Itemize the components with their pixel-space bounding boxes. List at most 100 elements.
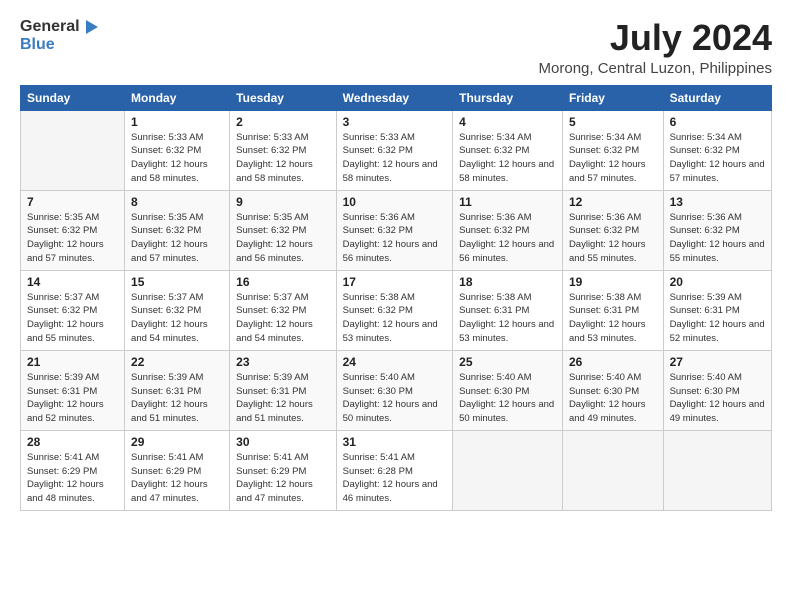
table-row: 16Sunrise: 5:37 AMSunset: 6:32 PMDayligh… — [230, 270, 336, 350]
day-number: 22 — [131, 355, 223, 369]
day-number: 7 — [27, 195, 118, 209]
day-number: 19 — [569, 275, 657, 289]
day-number: 4 — [459, 115, 556, 129]
table-row: 15 Sunrise: 5:37 AMSunset: 6:32 PMDayligh… — [125, 270, 230, 350]
col-wednesday: Wednesday — [336, 85, 453, 110]
table-row: 18 Sunrise: 5:38 AMSunset: 6:31 PMDayligh… — [453, 270, 563, 350]
day-info: Sunrise: 5:40 AMSunset: 6:30 PMDaylight:… — [459, 371, 556, 426]
day-info: Sunrise: 5:35 AMSunset: 6:32 PMDaylight:… — [131, 211, 223, 266]
day-number: 20 — [670, 275, 765, 289]
day-number: 2 — [236, 115, 329, 129]
day-info: Sunrise: 5:36 AMSunset: 6:32 PMDaylight:… — [343, 211, 447, 266]
table-row: 26 Sunrise: 5:40 AMSunset: 6:30 PMDayligh… — [562, 350, 663, 430]
col-thursday: Thursday — [453, 85, 563, 110]
calendar-week-row: 7 Sunrise: 5:35 AMSunset: 6:32 PMDaylight… — [21, 190, 772, 270]
table-row: 19 Sunrise: 5:38 AMSunset: 6:31 PMDayligh… — [562, 270, 663, 350]
day-number: 29 — [131, 435, 223, 449]
table-row — [21, 110, 125, 190]
day-number: 16 — [236, 275, 329, 289]
day-number: 3 — [343, 115, 447, 129]
table-row: 9Sunrise: 5:35 AMSunset: 6:32 PMDaylight… — [230, 190, 336, 270]
day-number: 25 — [459, 355, 556, 369]
table-row: 6 Sunrise: 5:34 AMSunset: 6:32 PMDaylight… — [663, 110, 771, 190]
location: Morong, Central Luzon, Philippines — [539, 60, 772, 77]
day-info: Sunrise: 5:40 AMSunset: 6:30 PMDaylight:… — [670, 371, 765, 426]
day-number: 6 — [670, 115, 765, 129]
calendar-week-row: 14 Sunrise: 5:37 AMSunset: 6:32 PMDayligh… — [21, 270, 772, 350]
table-row: 20 Sunrise: 5:39 AMSunset: 6:31 PMDayligh… — [663, 270, 771, 350]
day-info: Sunrise: 5:41 AMSunset: 6:28 PMDaylight:… — [343, 451, 447, 506]
table-row — [453, 430, 563, 510]
table-row: 25 Sunrise: 5:40 AMSunset: 6:30 PMDayligh… — [453, 350, 563, 430]
day-info: Sunrise: 5:39 AMSunset: 6:31 PMDaylight:… — [670, 291, 765, 346]
calendar-week-row: 21 Sunrise: 5:39 AMSunset: 6:31 PMDayligh… — [21, 350, 772, 430]
col-monday: Monday — [125, 85, 230, 110]
logo: GeneralBlue — [20, 18, 100, 54]
day-info: Sunrise: 5:36 AMSunset: 6:32 PMDaylight:… — [459, 211, 556, 266]
calendar-table: Sunday Monday Tuesday Wednesday Thursday… — [20, 85, 772, 511]
table-row: 7 Sunrise: 5:35 AMSunset: 6:32 PMDaylight… — [21, 190, 125, 270]
table-row: 21 Sunrise: 5:39 AMSunset: 6:31 PMDayligh… — [21, 350, 125, 430]
day-info: Sunrise: 5:34 AMSunset: 6:32 PMDaylight:… — [569, 131, 657, 186]
day-info: Sunrise: 5:38 AMSunset: 6:32 PMDaylight:… — [343, 291, 447, 346]
table-row — [663, 430, 771, 510]
table-row: 3 Sunrise: 5:33 AMSunset: 6:32 PMDaylight… — [336, 110, 453, 190]
day-number: 13 — [670, 195, 765, 209]
day-number: 28 — [27, 435, 118, 449]
col-saturday: Saturday — [663, 85, 771, 110]
table-row: 24Sunrise: 5:40 AMSunset: 6:30 PMDayligh… — [336, 350, 453, 430]
day-info: Sunrise: 5:33 AMSunset: 6:32 PMDaylight:… — [343, 131, 447, 186]
day-info: Sunrise: 5:33 AMSunset: 6:32 PMDaylight:… — [236, 131, 329, 186]
table-row: 2 Sunrise: 5:33 AMSunset: 6:32 PMDaylight… — [230, 110, 336, 190]
table-row: 17 Sunrise: 5:38 AMSunset: 6:32 PMDayligh… — [336, 270, 453, 350]
day-number: 27 — [670, 355, 765, 369]
table-row — [562, 430, 663, 510]
table-row: 4 Sunrise: 5:34 AMSunset: 6:32 PMDaylight… — [453, 110, 563, 190]
day-number: 5 — [569, 115, 657, 129]
table-row: 12 Sunrise: 5:36 AMSunset: 6:32 PMDayligh… — [562, 190, 663, 270]
table-row: 10 Sunrise: 5:36 AMSunset: 6:32 PMDayligh… — [336, 190, 453, 270]
day-number: 12 — [569, 195, 657, 209]
day-info: Sunrise: 5:39 AMSunset: 6:31 PMDaylight:… — [27, 371, 118, 426]
day-number: 1 — [131, 115, 223, 129]
title-section: July 2024 Morong, Central Luzon, Philipp… — [539, 18, 772, 77]
day-info: Sunrise: 5:35 AMSunset: 6:32 PMDaylight:… — [27, 211, 118, 266]
table-row: 28 Sunrise: 5:41 AMSunset: 6:29 PMDayligh… — [21, 430, 125, 510]
day-info: Sunrise: 5:36 AMSunset: 6:32 PMDaylight:… — [569, 211, 657, 266]
day-info: Sunrise: 5:37 AMSunset: 6:32 PMDaylight:… — [131, 291, 223, 346]
day-number: 17 — [343, 275, 447, 289]
table-row: 1Sunrise: 5:33 AMSunset: 6:32 PMDaylight… — [125, 110, 230, 190]
day-number: 30 — [236, 435, 329, 449]
day-number: 18 — [459, 275, 556, 289]
day-number: 14 — [27, 275, 118, 289]
calendar-week-row: 1 Sunrise: 5:33 AMSunset: 6:32 PMDaylight… — [21, 110, 772, 190]
table-row: 27 Sunrise: 5:40 AMSunset: 6:30 PMDayligh… — [663, 350, 771, 430]
day-number: 15 — [131, 275, 223, 289]
table-row: 31 Sunrise: 5:41 AMSunset: 6:28 PMDayligh… — [336, 430, 453, 510]
day-info: Sunrise: 5:39 AMSunset: 6:31 PMDaylight:… — [236, 371, 329, 426]
table-row: 30 Sunrise: 5:41 AMSunset: 6:29 PMDayligh… — [230, 430, 336, 510]
day-number: 11 — [459, 195, 556, 209]
day-number: 21 — [27, 355, 118, 369]
table-row: 23Sunrise: 5:39 AMSunset: 6:31 PMDayligh… — [230, 350, 336, 430]
month-year: July 2024 — [539, 18, 772, 58]
day-number: 9 — [236, 195, 329, 209]
day-info: Sunrise: 5:41 AMSunset: 6:29 PMDaylight:… — [236, 451, 329, 506]
day-info: Sunrise: 5:41 AMSunset: 6:29 PMDaylight:… — [27, 451, 118, 506]
col-sunday: Sunday — [21, 85, 125, 110]
day-info: Sunrise: 5:34 AMSunset: 6:32 PMDaylight:… — [670, 131, 765, 186]
day-info: Sunrise: 5:38 AMSunset: 6:31 PMDaylight:… — [569, 291, 657, 346]
header: GeneralBlue July 2024 Morong, Central Lu… — [20, 18, 772, 77]
day-number: 10 — [343, 195, 447, 209]
day-info: Sunrise: 5:36 AMSunset: 6:32 PMDaylight:… — [670, 211, 765, 266]
day-number: 26 — [569, 355, 657, 369]
day-number: 8 — [131, 195, 223, 209]
table-row: 14Sunrise: 5:37 AMSunset: 6:32 PMDayligh… — [21, 270, 125, 350]
day-info: Sunrise: 5:38 AMSunset: 6:31 PMDaylight:… — [459, 291, 556, 346]
day-number: 31 — [343, 435, 447, 449]
table-row: 8 Sunrise: 5:35 AMSunset: 6:32 PMDaylight… — [125, 190, 230, 270]
day-info: Sunrise: 5:39 AMSunset: 6:31 PMDaylight:… — [131, 371, 223, 426]
day-info: Sunrise: 5:40 AMSunset: 6:30 PMDaylight:… — [343, 371, 447, 426]
day-info: Sunrise: 5:34 AMSunset: 6:32 PMDaylight:… — [459, 131, 556, 186]
day-info: Sunrise: 5:40 AMSunset: 6:30 PMDaylight:… — [569, 371, 657, 426]
